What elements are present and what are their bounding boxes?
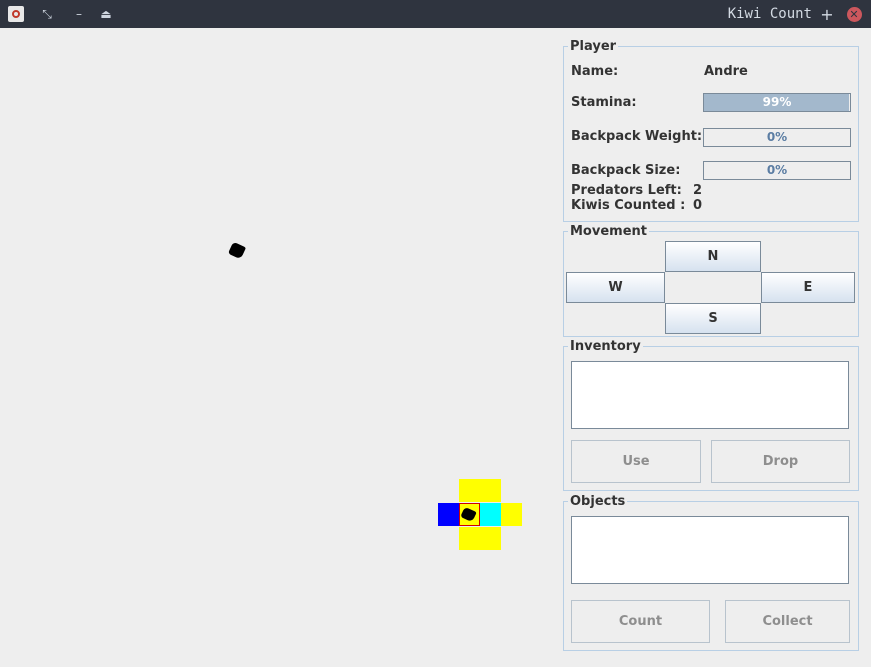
map-tile <box>480 503 501 526</box>
minimize-icon[interactable]: – <box>70 0 88 28</box>
kiwis-counted-value: 0 <box>693 198 703 213</box>
plus-icon[interactable]: + <box>819 0 835 28</box>
title-bar: ⤡ – ⏏ Kiwi Count + ✕ <box>0 0 871 28</box>
backpack-weight-bar: 0% <box>703 128 851 147</box>
move-east-button[interactable]: E <box>761 272 855 303</box>
player-legend: Player <box>570 39 617 54</box>
kiwi-marker-icon <box>227 241 247 260</box>
map-tile <box>501 503 522 526</box>
backpack-weight-text: 0% <box>766 130 788 144</box>
backpack-weight-label: Backpack Weight: <box>571 129 703 144</box>
move-north-button[interactable]: N <box>665 241 761 272</box>
backpack-size-bar: 0% <box>703 161 851 180</box>
map-tile <box>480 527 501 550</box>
backpack-size-label: Backpack Size: <box>571 163 681 178</box>
map-tile <box>459 479 480 502</box>
drop-button[interactable]: Drop <box>711 440 850 483</box>
stamina-text: 99% <box>762 95 792 109</box>
player-tile <box>459 503 480 526</box>
backpack-size-text: 0% <box>766 163 788 177</box>
map-tile <box>480 479 501 502</box>
app-icon <box>6 0 26 28</box>
move-west-button[interactable]: W <box>566 272 665 303</box>
stamina-bar: 99% <box>703 93 851 112</box>
player-icon <box>460 506 477 523</box>
stamina-label: Stamina: <box>571 95 637 110</box>
collect-button[interactable]: Collect <box>725 600 850 643</box>
inventory-list[interactable] <box>571 361 849 429</box>
name-value: Andre <box>704 64 748 79</box>
window-title: Kiwi Count <box>727 6 812 22</box>
game-map <box>0 28 560 667</box>
use-button[interactable]: Use <box>571 440 701 483</box>
move-south-button[interactable]: S <box>665 303 761 334</box>
movement-legend: Movement <box>570 224 647 239</box>
close-icon[interactable]: ✕ <box>846 6 862 22</box>
predators-left-label: Predators Left: <box>571 183 682 198</box>
map-tile <box>438 503 459 526</box>
predators-left-value: 2 <box>693 183 703 198</box>
name-label: Name: <box>571 64 619 79</box>
restore-icon[interactable]: ⤡ <box>38 0 56 28</box>
objects-list[interactable] <box>571 516 849 584</box>
eject-icon[interactable]: ⏏ <box>97 0 115 28</box>
objects-legend: Objects <box>570 494 626 509</box>
map-tile <box>459 527 480 550</box>
close-button[interactable]: ✕ <box>846 0 862 28</box>
inventory-legend: Inventory <box>570 339 641 354</box>
kiwis-counted-label: Kiwis Counted : <box>571 198 686 213</box>
count-button[interactable]: Count <box>571 600 710 643</box>
